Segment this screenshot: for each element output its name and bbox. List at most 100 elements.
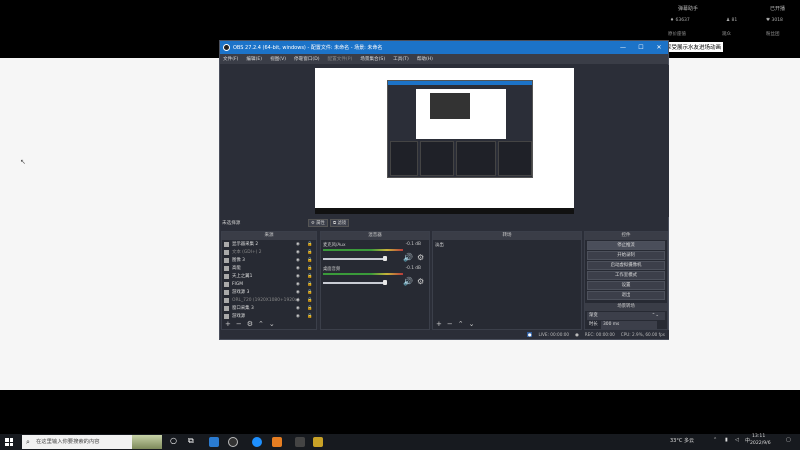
volume-slider[interactable] [323, 282, 383, 284]
settings-button[interactable]: 设置 [587, 281, 665, 290]
source-type-icon [224, 273, 229, 279]
edge-app-icon[interactable] [252, 437, 262, 447]
lock-icon[interactable]: 🔒 [307, 250, 312, 255]
volume-knob[interactable] [383, 256, 387, 261]
task-view-icon[interactable]: ⧉ [188, 436, 194, 446]
obs-app-icon[interactable] [228, 437, 238, 447]
remove-icon[interactable]: − [447, 320, 453, 328]
source-label: 图像 3 [232, 258, 245, 263]
gear-icon[interactable]: ⚙ [417, 253, 424, 262]
remove-source-icon[interactable]: − [236, 320, 242, 328]
controls-header: 控件 [585, 232, 667, 240]
volume-slider[interactable] [323, 258, 383, 260]
app-icon[interactable] [295, 437, 305, 447]
app-icon[interactable] [313, 437, 323, 447]
lock-icon[interactable]: 🔒 [307, 242, 312, 247]
preview-canvas[interactable] [315, 68, 574, 214]
source-item[interactable]: 显示器采集 2 ◉ 🔒 [222, 240, 316, 248]
add-icon[interactable]: + [436, 320, 442, 328]
visibility-eye-icon[interactable]: ◉ [296, 258, 300, 263]
menu-tools[interactable]: 工具(T) [393, 56, 409, 62]
transition-type-select[interactable]: 渐变 ⌃⌄ [587, 312, 665, 320]
source-item[interactable]: 图像 3 ◉ 🔒 [222, 256, 316, 264]
move-up-icon[interactable]: ⌃ [258, 320, 264, 328]
visibility-eye-icon[interactable]: ◉ [296, 282, 300, 287]
lock-icon[interactable]: 🔒 [307, 282, 312, 287]
mixer-header: 混音器 [321, 232, 429, 240]
source-item[interactable]: 高能 ◉ 🔒 [222, 264, 316, 272]
overlay-stat-label: 粉丝团 [766, 32, 780, 37]
start-recording-button[interactable]: 开始录制 [587, 251, 665, 260]
mixer-dock: 混音器 麦克风/Aux -0.1 dB 🔊 ⚙ 桌面音频 -0.1 dB 🔊 ⚙ [320, 231, 430, 330]
source-item[interactable]: 文本 (GDI+) 2 ◉ 🔒 [222, 248, 316, 256]
title-bar[interactable]: OBS 27.2.4 (64-bit, windows) - 配置文件: 未命名… [220, 41, 668, 54]
stop-streaming-button[interactable]: 停止推流 [587, 241, 665, 250]
menu-scene-collection[interactable]: 场景集合(S) [360, 56, 385, 62]
lock-icon[interactable]: 🔒 [307, 274, 312, 279]
overlay-stat-label: 观众 [722, 32, 731, 37]
visibility-eye-icon[interactable]: ◉ [296, 290, 300, 295]
menu-docks[interactable]: 停靠窗口(D) [294, 56, 320, 62]
visibility-eye-icon[interactable]: ◉ [296, 266, 300, 271]
lock-icon[interactable]: 🔒 [307, 314, 312, 319]
move-down-icon[interactable]: ⌄ [269, 320, 275, 328]
move-up-icon[interactable]: ⌃ [458, 320, 464, 328]
weather-widget[interactable]: 33°C 多云 [670, 437, 694, 444]
close-button[interactable]: ✕ [650, 44, 668, 51]
speaker-icon[interactable]: 🔊 [403, 253, 413, 262]
lock-icon[interactable]: 🔒 [307, 290, 312, 295]
visibility-eye-icon[interactable]: ◉ [296, 250, 300, 255]
visibility-eye-icon[interactable]: ◉ [296, 242, 300, 247]
studio-mode-button[interactable]: 工作室模式 [587, 271, 665, 280]
source-item[interactable]: 游戏源 3 ◉ 🔒 [222, 288, 316, 296]
menu-help[interactable]: 帮助(H) [417, 56, 433, 62]
lock-icon[interactable]: 🔒 [307, 258, 312, 263]
transition-item[interactable]: 淡出 [433, 240, 581, 250]
channel-name: 桌面音频 [323, 267, 341, 272]
tray-chevron-icon[interactable]: ⌃ [713, 437, 717, 443]
cortana-icon[interactable]: ○ [170, 436, 177, 445]
menu-view[interactable]: 视图(V) [270, 56, 286, 62]
network-icon[interactable]: ▮ [725, 437, 728, 443]
clock-time[interactable]: 13:11 [752, 434, 765, 439]
preview-taskbar [315, 208, 574, 214]
menu-edit[interactable]: 编辑(E) [246, 56, 262, 62]
add-source-icon[interactable]: + [225, 320, 231, 328]
visibility-eye-icon[interactable]: ◉ [296, 306, 300, 311]
speaker-icon[interactable]: 🔊 [403, 277, 413, 286]
obs-window[interactable]: OBS 27.2.4 (64-bit, windows) - 配置文件: 未命名… [219, 40, 669, 340]
volume-knob[interactable] [383, 280, 387, 285]
volume-icon[interactable]: ◁ [735, 437, 739, 443]
source-item[interactable]: 天上之翼1 ◉ 🔒 [222, 272, 316, 280]
photos-app-icon[interactable] [209, 437, 219, 447]
exit-button[interactable]: 退出 [587, 291, 665, 300]
maximize-button[interactable]: ☐ [632, 44, 650, 51]
visibility-eye-icon[interactable]: ◉ [296, 274, 300, 279]
visibility-eye-icon[interactable]: ◉ [296, 314, 300, 319]
duration-input[interactable]: 300 ms [601, 321, 657, 329]
source-item[interactable]: FIGM ◉ 🔒 [222, 280, 316, 288]
gear-icon[interactable]: ⚙ [417, 277, 424, 286]
channel-name: 麦克风/Aux [323, 243, 346, 248]
move-down-icon[interactable]: ⌄ [469, 320, 475, 328]
source-item[interactable]: 窗口采集 3 ◉ 🔒 [222, 304, 316, 312]
start-virtual-camera-button[interactable]: 启动虚拟摄像机 [587, 261, 665, 270]
menu-profile[interactable]: 配置文件(P) [328, 56, 353, 62]
volume-meter [323, 273, 403, 275]
menu-file[interactable]: 文件(F) [223, 56, 238, 62]
clock-date[interactable]: 2022/9/6 [750, 441, 771, 446]
app-icon[interactable] [272, 437, 282, 447]
properties-button[interactable]: ⚙ 属性 [308, 219, 328, 227]
visibility-eye-icon[interactable]: ◉ [296, 298, 300, 303]
lock-icon[interactable]: 🔒 [307, 266, 312, 271]
minimize-button[interactable]: — [614, 44, 632, 51]
source-item[interactable]: ORL_720 (1920X1080+1920x) ◉ 🔒 [222, 296, 316, 304]
lock-icon[interactable]: 🔒 [307, 306, 312, 311]
taskbar-search-input[interactable]: ⌕ 在这里输入你要搜索的内容 [22, 435, 162, 449]
overlay-live-status: 已开播 [770, 6, 786, 12]
windows-start-icon[interactable] [5, 438, 13, 446]
filters-button[interactable]: ⧉ 滤镜 [330, 219, 350, 227]
source-settings-icon[interactable]: ⚙ [247, 320, 253, 328]
lock-icon[interactable]: 🔒 [307, 298, 312, 303]
notification-icon[interactable]: ▢ [786, 437, 791, 443]
